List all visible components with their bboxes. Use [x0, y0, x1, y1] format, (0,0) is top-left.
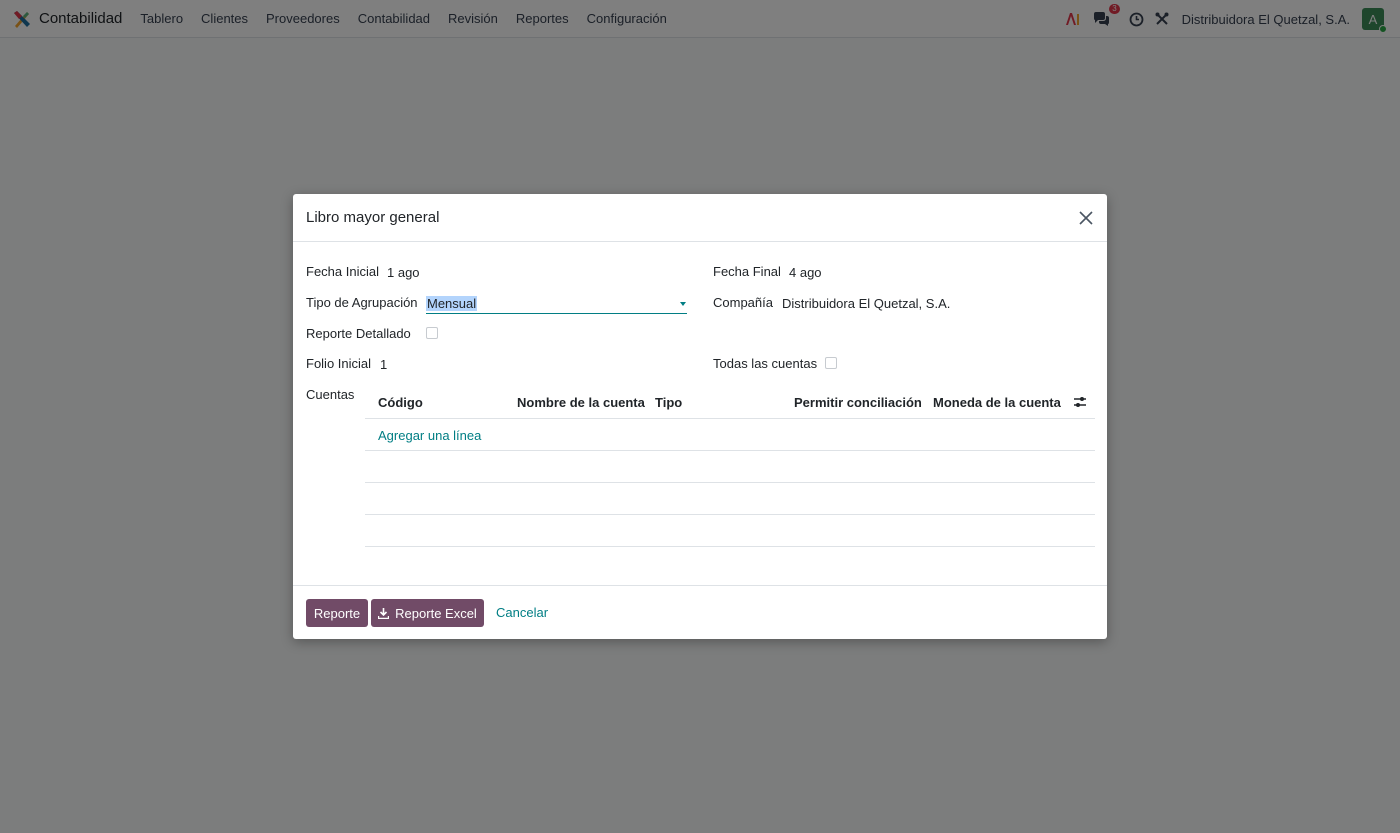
column-nombre-cuenta[interactable]: Nombre de la cuenta: [517, 395, 645, 410]
fecha-final-label: Fecha Final: [713, 264, 781, 279]
download-icon: [378, 607, 390, 619]
reporte-button[interactable]: Reporte: [306, 599, 368, 627]
fecha-final-field[interactable]: 4 ago: [789, 265, 822, 280]
folio-inicial-field[interactable]: 1: [380, 357, 387, 372]
tipo-agrupacion-select[interactable]: Mensual: [426, 294, 687, 314]
general-ledger-dialog: Libro mayor general Fecha Inicial 1 ago …: [293, 194, 1107, 639]
add-line-link[interactable]: Agregar una línea: [378, 428, 481, 443]
modal-title: Libro mayor general: [306, 209, 440, 226]
tipo-agrupacion-label: Tipo de Agrupación: [306, 295, 418, 310]
column-codigo[interactable]: Código: [378, 395, 423, 410]
modal-body: Fecha Inicial 1 ago Fecha Final 4 ago Ti…: [293, 242, 1107, 585]
table-header: Código Nombre de la cuenta Tipo Permitir…: [365, 386, 1095, 419]
todas-cuentas-label: Todas las cuentas: [713, 356, 818, 371]
table-row: [365, 451, 1095, 483]
column-tipo[interactable]: Tipo: [655, 395, 682, 410]
table-row: [365, 515, 1095, 547]
column-permitir-conciliacion[interactable]: Permitir conciliación: [794, 395, 922, 410]
modal-header: Libro mayor general: [293, 194, 1107, 242]
accounts-table: Código Nombre de la cuenta Tipo Permitir…: [365, 386, 1095, 547]
column-moneda-cuenta[interactable]: Moneda de la cuenta: [933, 395, 1061, 410]
caret-down-icon: [680, 302, 686, 306]
column-settings-icon[interactable]: [1073, 395, 1087, 409]
todas-cuentas-checkbox[interactable]: [825, 357, 837, 369]
fecha-inicial-label: Fecha Inicial: [306, 264, 379, 279]
reporte-detallado-label: Reporte Detallado: [306, 326, 411, 341]
reporte-excel-button[interactable]: Reporte Excel: [371, 599, 484, 627]
cuentas-label: Cuentas: [306, 387, 355, 402]
reporte-detallado-checkbox[interactable]: [426, 327, 438, 339]
modal-footer: Reporte Reporte Excel Cancelar: [293, 585, 1107, 639]
cancel-button[interactable]: Cancelar: [496, 605, 548, 620]
fecha-inicial-field[interactable]: 1 ago: [387, 265, 420, 280]
folio-inicial-label: Folio Inicial: [306, 356, 372, 371]
table-row: [365, 483, 1095, 515]
compania-field[interactable]: Distribuidora El Quetzal, S.A.: [782, 296, 950, 311]
close-icon[interactable]: [1077, 209, 1095, 227]
compania-label: Compañía: [713, 295, 773, 310]
reporte-button-label: Reporte: [313, 605, 361, 621]
table-row: Agregar una línea: [365, 419, 1095, 451]
tipo-agrupacion-value: Mensual: [426, 296, 478, 311]
reporte-excel-button-label: Reporte Excel: [395, 605, 477, 621]
